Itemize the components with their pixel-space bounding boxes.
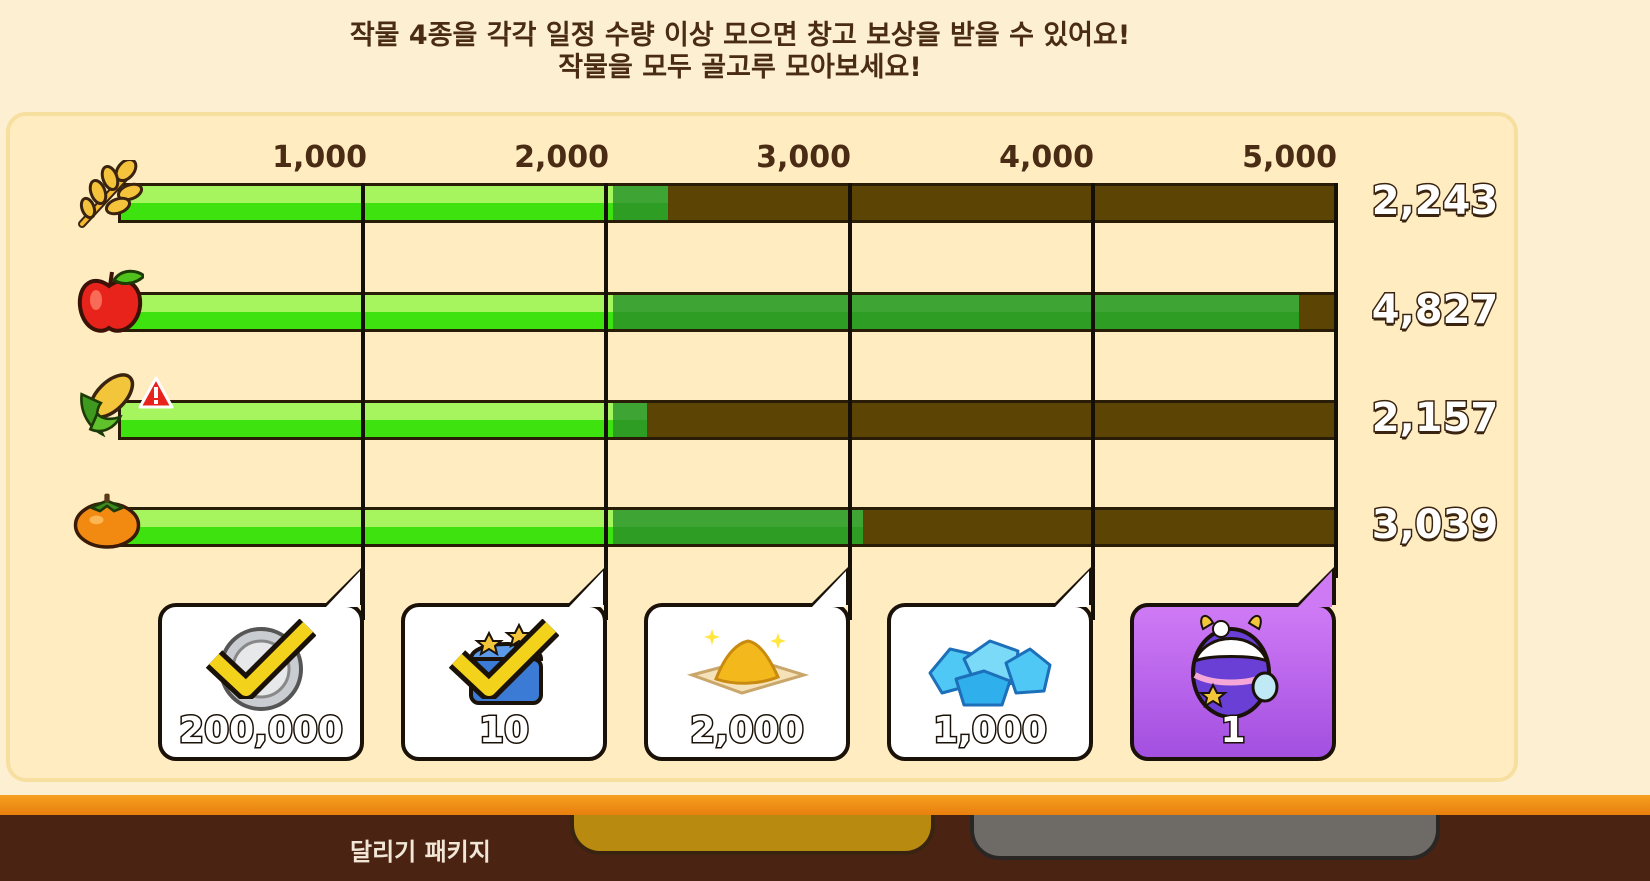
milestone-label-2: 2,000 xyxy=(514,140,609,175)
milestone-label-4: 4,000 xyxy=(999,140,1094,175)
milestone-divider xyxy=(1091,183,1095,620)
crop-progress-bar-wheat xyxy=(118,183,1338,223)
gold-sand-icon xyxy=(686,629,810,695)
crop-count-apple: 4,827 xyxy=(1370,286,1500,335)
reward-amount: 10 xyxy=(477,709,530,753)
gold-button[interactable] xyxy=(570,815,935,855)
claimed-check-icon xyxy=(449,619,559,699)
reward-card-1[interactable]: 200,000 xyxy=(158,565,364,761)
milestone-divider xyxy=(1334,183,1338,578)
milestone-divider xyxy=(604,183,608,620)
reward-amount: 1 xyxy=(1219,709,1247,753)
instruction-line-1: 작물 4종을 각각 일정 수량 이상 모으면 창고 보상을 받을 수 있어요! xyxy=(349,20,1131,51)
warning-icon xyxy=(138,376,174,409)
milestone-label-5: 5,000 xyxy=(1242,140,1337,175)
package-label[interactable]: 달리기 패키지 xyxy=(350,832,491,867)
crop-count-persimmon: 3,039 xyxy=(1370,501,1500,550)
reward-card-4[interactable]: 1,000 xyxy=(887,565,1093,761)
reward-card-5[interactable]: 1 xyxy=(1130,565,1336,761)
milestone-label-1: 1,000 xyxy=(272,140,367,175)
reward-amount: 1,000 xyxy=(932,709,1049,753)
milestone-divider xyxy=(361,183,365,620)
reward-card-2[interactable]: 10 xyxy=(401,565,607,761)
instruction-line-2: 작물을 모두 골고루 모아보세요! xyxy=(558,52,922,83)
reward-amount: 200,000 xyxy=(178,709,345,753)
milestone-divider xyxy=(848,183,852,620)
apple-icon xyxy=(77,269,144,333)
reward-card-3[interactable]: 2,000 xyxy=(644,565,850,761)
crop-count-wheat: 2,243 xyxy=(1370,177,1500,226)
claimed-check-icon xyxy=(206,619,316,699)
grey-button[interactable] xyxy=(970,815,1440,860)
crystal-icon xyxy=(928,639,1052,707)
bottom-border xyxy=(0,795,1650,815)
reward-amount: 2,000 xyxy=(689,709,806,753)
persimmon-icon xyxy=(73,493,141,549)
instruction-message: 작물 4종을 각각 일정 수량 이상 모으면 창고 보상을 받을 수 있어요! … xyxy=(0,20,1480,84)
right-background xyxy=(1522,0,1650,800)
crop-progress-bar-corn xyxy=(118,400,1338,440)
decorated-egg-icon xyxy=(1191,614,1279,719)
corn-icon xyxy=(80,373,135,438)
wheat-icon xyxy=(78,160,144,228)
crop-count-corn: 2,157 xyxy=(1370,394,1500,443)
crop-progress-bar-persimmon xyxy=(118,507,1338,547)
milestone-label-3: 3,000 xyxy=(756,140,851,175)
crop-progress-bar-apple xyxy=(118,292,1338,332)
